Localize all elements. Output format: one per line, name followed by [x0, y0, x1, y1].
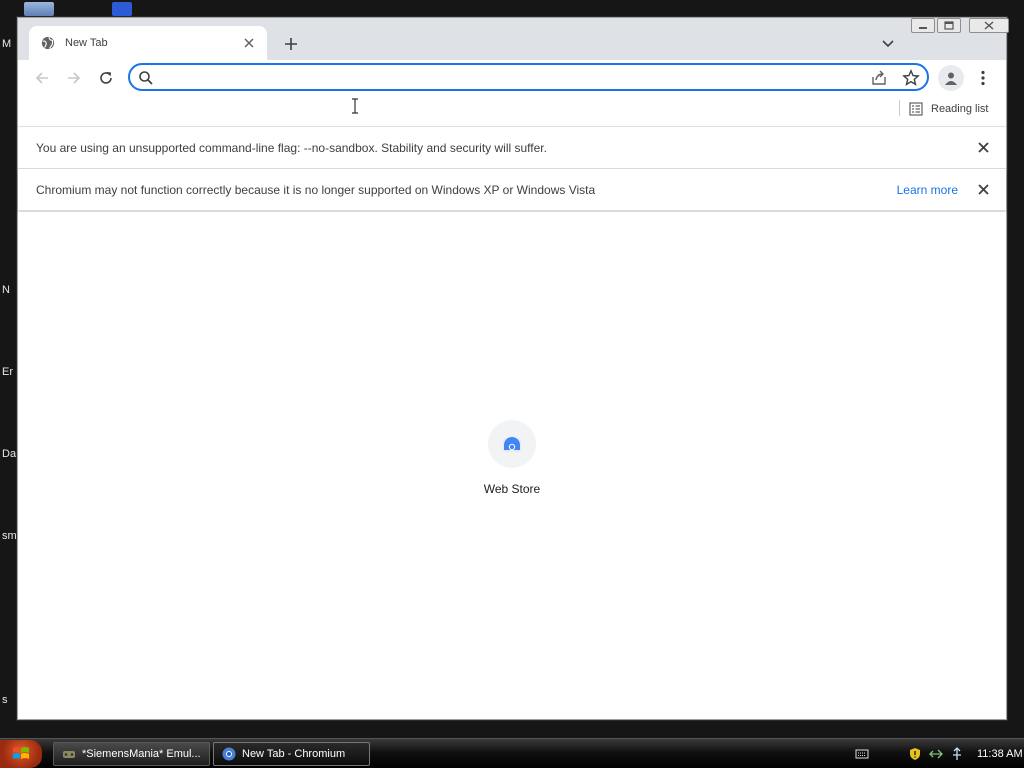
desktop-icon-label[interactable]: M	[2, 38, 11, 50]
reading-list-label: Reading list	[931, 103, 989, 115]
security-shield-icon[interactable]	[909, 747, 921, 761]
taskbar-item-chromium[interactable]: New Tab - Chromium	[213, 742, 370, 766]
minimize-button[interactable]	[911, 18, 935, 33]
reload-icon	[100, 72, 112, 84]
desktop-shortcut-icon[interactable]	[112, 2, 132, 16]
close-tab-icon[interactable]	[241, 35, 257, 51]
start-button[interactable]	[0, 740, 42, 768]
bookmarks-bar: Reading list	[18, 96, 1006, 127]
close-window-button[interactable]	[969, 18, 1009, 33]
new-tab-button[interactable]	[280, 33, 302, 55]
shortcut-tile	[488, 420, 536, 468]
bookmarks-separator	[899, 100, 900, 116]
taskbar: *SiemensMania* Emul... New Tab - Chromiu…	[0, 738, 1024, 768]
bookmark-star-icon[interactable]	[902, 69, 920, 87]
new-tab-page: Web Store	[18, 212, 1006, 719]
minimize-icon	[919, 26, 927, 29]
infobar-message: You are using an unsupported command-lin…	[36, 140, 547, 155]
reading-list-button[interactable]: Reading list	[909, 98, 988, 120]
chromium-icon	[222, 747, 236, 761]
desktop-icon-label[interactable]: Da	[2, 448, 16, 460]
profile-button[interactable]	[938, 65, 964, 91]
chromium-window: New Tab Reading list You are using an un…	[17, 17, 1009, 720]
text-cursor-icon	[352, 98, 358, 114]
windows-logo-icon	[13, 747, 29, 759]
browser-toolbar	[18, 60, 1006, 96]
address-input[interactable]	[162, 68, 852, 86]
reload-button[interactable]	[94, 66, 118, 90]
desktop-icon-label[interactable]: s	[2, 694, 8, 706]
learn-more-link[interactable]: Learn more	[897, 183, 958, 197]
desktop-icon-label[interactable]: Er	[2, 366, 13, 378]
tab-search-button[interactable]	[877, 33, 899, 55]
taskbar-item-emulator[interactable]: *SiemensMania* Emul...	[53, 742, 210, 766]
infobar-sandbox-warning: You are using an unsupported command-lin…	[18, 127, 1006, 169]
infobar-os-unsupported: Chromium may not function correctly beca…	[18, 169, 1006, 211]
arrow-left-icon	[35, 72, 48, 84]
forward-button[interactable]	[62, 66, 86, 90]
share-icon[interactable]	[870, 69, 888, 87]
arrow-right-icon	[68, 72, 81, 84]
close-icon	[977, 142, 989, 153]
infobar-message: Chromium may not function correctly beca…	[36, 182, 596, 197]
globe-icon	[41, 36, 55, 50]
keyboard-icon[interactable]	[855, 748, 869, 760]
plus-icon	[285, 38, 297, 50]
reading-list-icon	[909, 102, 923, 116]
desktop-icon-label[interactable]: N	[2, 284, 10, 296]
window-controls	[911, 18, 1009, 34]
close-infobar-button[interactable]	[974, 139, 992, 157]
shortcut-label: Web Store	[483, 482, 541, 496]
avatar-icon	[945, 72, 957, 85]
shortcut-web-store[interactable]: Web Store	[460, 420, 564, 496]
close-icon	[977, 184, 989, 195]
desktop-computer-icon[interactable]	[24, 2, 54, 16]
tab-new-tab[interactable]: New Tab	[29, 26, 267, 60]
back-button[interactable]	[30, 66, 54, 90]
safely-remove-icon[interactable]	[929, 748, 943, 760]
close-infobar-button[interactable]	[974, 181, 992, 199]
system-tray: 11:38 AM	[855, 739, 1023, 768]
tab-title: New Tab	[65, 37, 108, 49]
search-icon	[139, 71, 153, 85]
close-icon	[984, 21, 994, 30]
title-bar[interactable]: New Tab	[18, 18, 1009, 60]
maximize-icon	[944, 21, 954, 30]
taskbar-item-label: *SiemensMania* Emul...	[82, 748, 201, 760]
chevron-down-icon	[882, 40, 894, 48]
taskbar-item-label: New Tab - Chromium	[242, 748, 346, 760]
desktop-icon-label[interactable]: sm	[2, 530, 17, 542]
web-store-icon	[503, 437, 521, 452]
network-icon[interactable]	[951, 747, 963, 761]
kebab-menu-icon	[981, 70, 985, 86]
browser-menu-button[interactable]	[973, 66, 993, 90]
address-bar[interactable]	[128, 63, 929, 91]
emulator-icon	[63, 751, 75, 758]
maximize-button[interactable]	[937, 18, 961, 33]
clock[interactable]: 11:38 AM	[977, 748, 1023, 760]
